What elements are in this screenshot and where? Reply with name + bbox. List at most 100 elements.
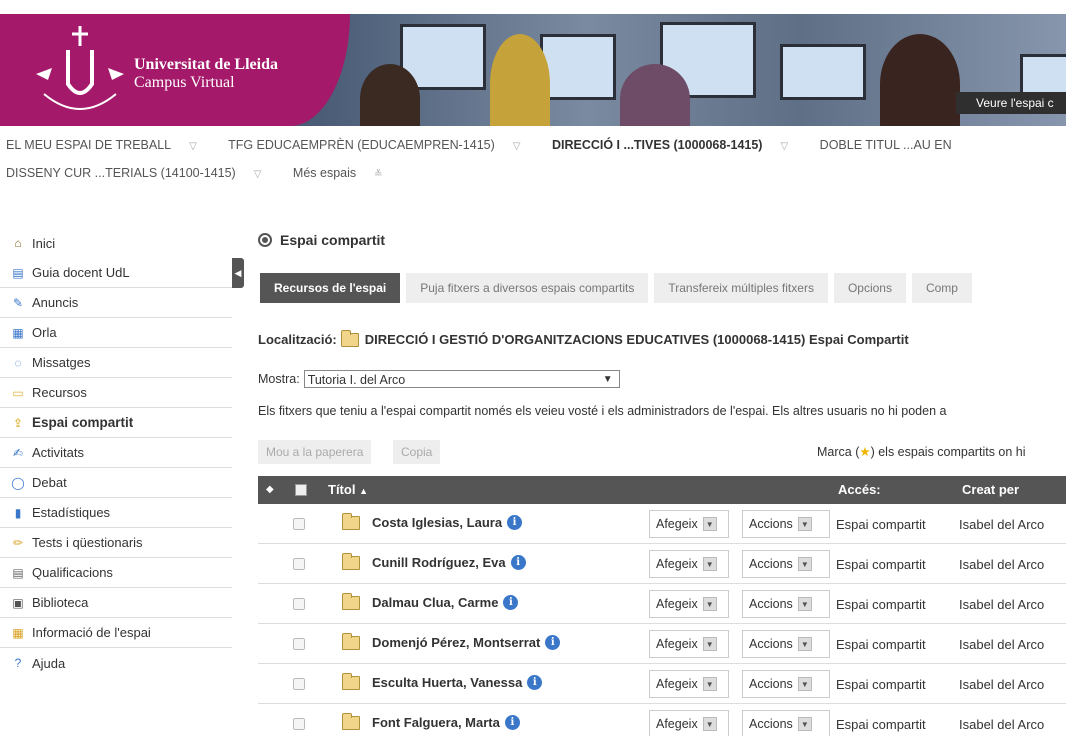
info-icon[interactable]: i (504, 715, 520, 730)
row-checkbox[interactable] (293, 518, 305, 530)
message-icon: ◌ (14, 355, 22, 370)
created-by-cell: Isabel del Arco (959, 677, 1045, 692)
folder-icon (342, 633, 360, 650)
add-dropdown[interactable]: Afegeix ▼ (649, 670, 729, 698)
info-icon[interactable]: i (507, 515, 523, 530)
actions-dropdown[interactable]: Accions ▼ (742, 630, 830, 658)
sidebar-item-biblioteca[interactable]: ▣ Biblioteca (0, 588, 232, 618)
sidebar-item-label: Ajuda (32, 655, 66, 671)
tab-opcions[interactable]: Opcions (833, 273, 906, 303)
row-checkbox[interactable] (293, 718, 305, 730)
show-select[interactable]: Tutoria I. del Arco ▼ (303, 370, 620, 388)
info-icon[interactable]: i (503, 595, 519, 610)
info-icon[interactable]: i (510, 555, 526, 570)
actions-dropdown[interactable]: Accions ▼ (742, 510, 830, 538)
collapse-sidebar-button[interactable]: ◀ (232, 258, 244, 288)
sidebar-item-ajuda[interactable]: ? Ajuda (0, 648, 232, 678)
actions-label: Accions (749, 597, 793, 611)
sidebar-item-label: Qualificacions (32, 565, 113, 580)
sidebar-item-qualificacions[interactable]: ▤ Qualificacions (0, 558, 232, 588)
activity-icon: ✍ (12, 445, 24, 460)
folder-name-link[interactable]: Cunill Rodríguez, Eva i (372, 555, 526, 570)
row-checkbox[interactable] (293, 638, 305, 650)
add-dropdown[interactable]: Afegeix ▼ (649, 510, 729, 538)
actions-dropdown[interactable]: Accions ▼ (742, 590, 830, 618)
sidebar-item-estadistiques[interactable]: ▮ Estadístiques (0, 498, 232, 528)
library-icon: ▣ (12, 595, 24, 610)
nav-item-direccio[interactable]: DIRECCIÓ I ...TIVES (1000068-1415) ▽ (552, 138, 802, 152)
info-icon[interactable]: i (545, 635, 561, 650)
mark-text-pre: Marca ( (817, 445, 860, 459)
nav-item-tfg[interactable]: TFG EDUCAEMPRÈN (EDUCAEMPREN-1415) ▽ (228, 138, 534, 152)
debate-icon: ◯ (11, 475, 25, 490)
select-all-checkbox[interactable] (295, 484, 307, 496)
dropdown-arrow-icon: ▼ (797, 517, 812, 531)
nav-item-disseny[interactable]: DISSENY CUR ...TERIALS (14100-1415) ▽ (6, 166, 275, 180)
dropdown-arrow-icon: ▼ (797, 677, 812, 691)
sidebar-item-guia-docent[interactable]: ▤ Guia docent UdL (0, 258, 232, 288)
sidebar-item-espai-compartit[interactable]: ⇪ Espai compartit (0, 408, 232, 438)
sidebar-item-label: Missatges (32, 355, 91, 370)
add-dropdown[interactable]: Afegeix ▼ (649, 710, 729, 736)
nav-label: DISSENY CUR ...TERIALS (14100-1415) (6, 166, 236, 180)
sidebar-item-anuncis[interactable]: ✎ Anuncis (0, 288, 232, 318)
folder-name-link[interactable]: Font Falguera, Marta i (372, 715, 520, 730)
access-cell: Espai compartit (836, 557, 926, 572)
nav-item-mes-espais[interactable]: Més espais ≚ (293, 166, 397, 180)
nav-item-doble-titul[interactable]: DOBLE TITUL ...AU EN (820, 138, 966, 152)
actions-dropdown[interactable]: Accions ▼ (742, 550, 830, 578)
sidebar-item-recursos[interactable]: ▭ Recursos (0, 378, 232, 408)
row-checkbox[interactable] (293, 558, 305, 570)
sidebar-item-debat[interactable]: ◯ Debat (0, 468, 232, 498)
view-space-button[interactable]: Veure l'espai c (956, 92, 1066, 114)
sidebar-item-tests[interactable]: ✏ Tests i qüestionaris (0, 528, 232, 558)
sidebar-item-label: Estadístiques (32, 505, 111, 520)
dropdown-arrow-icon: ▼ (797, 717, 812, 731)
row-checkbox[interactable] (293, 678, 305, 690)
info-icon[interactable]: i (527, 675, 543, 690)
table-row: Dalmau Clua, Carme i Afegeix ▼ Accions ▼ Es… (258, 584, 1066, 624)
tab-puja-fitxers[interactable]: Puja fitxers a diversos espais compartit… (406, 273, 649, 303)
university-name: Universitat de Lleida (134, 56, 278, 73)
tab-transfereix[interactable]: Transfereix múltiples fitxers (654, 273, 828, 303)
nav-label: TFG EDUCAEMPRÈN (EDUCAEMPREN-1415) (228, 138, 495, 152)
created-by-cell: Isabel del Arco (959, 517, 1045, 532)
actions-dropdown[interactable]: Accions ▼ (742, 710, 830, 736)
folder-name-link[interactable]: Costa Iglesias, Laura i (372, 515, 523, 530)
sidebar-item-inici[interactable]: ⌂ Inici (0, 228, 232, 258)
folder-name-link[interactable]: Dalmau Clua, Carme i (372, 595, 519, 610)
sidebar-item-activitats[interactable]: ✍ Activitats (0, 438, 232, 468)
table-row: Font Falguera, Marta i Afegeix ▼ Accions ▼ … (258, 704, 1066, 736)
sidebar-item-informacio[interactable]: ▦ Informació de l'espai (0, 618, 232, 648)
copy-button[interactable]: Copia (393, 440, 441, 464)
folder-icon (342, 553, 360, 570)
add-dropdown[interactable]: Afegeix ▼ (649, 550, 729, 578)
col-title[interactable]: Títol ▲ (328, 476, 368, 505)
actions-label: Accions (749, 557, 793, 571)
campus-name: Campus Virtual (134, 74, 235, 91)
sidebar-item-orla[interactable]: ▦ Orla (0, 318, 232, 348)
sidebar-item-label: Biblioteca (32, 595, 89, 610)
add-dropdown[interactable]: Afegeix ▼ (649, 590, 729, 618)
tab-recursos-espai[interactable]: Recursos de l'espai (260, 273, 401, 303)
table-header: ◆ Títol ▲ Accés: Creat per (258, 476, 1066, 504)
location-value[interactable]: DIRECCIÓ I GESTIÓ D'ORGANITZACIONS EDUCA… (365, 332, 909, 347)
folder-name-link[interactable]: Domenjó Pérez, Montserrat i (372, 635, 561, 650)
actions-dropdown[interactable]: Accions ▼ (742, 670, 830, 698)
sort-icon[interactable]: ◆ (266, 476, 274, 504)
folder-name-link[interactable]: Esculta Huerta, Vanessa i (372, 675, 543, 690)
nav-item-workspace[interactable]: EL MEU ESPAI DE TREBALL ▽ (6, 138, 211, 152)
tab-comp[interactable]: Comp (911, 273, 972, 303)
logo-area[interactable]: Universitat de Lleida Campus Virtual (0, 14, 350, 126)
help-icon: ? (14, 656, 22, 670)
move-to-trash-button[interactable]: Mou a la paperera (258, 440, 372, 464)
access-cell: Espai compartit (836, 597, 926, 612)
sidebar-item-missatges[interactable]: ◌ Missatges (0, 348, 232, 378)
col-created-by[interactable]: Creat per (962, 476, 1019, 504)
access-cell: Espai compartit (836, 637, 926, 652)
chevron-left-icon: ◀ (234, 267, 242, 278)
space-nav-row-2: DISSENY CUR ...TERIALS (14100-1415) ▽ Més… (6, 166, 411, 180)
row-checkbox[interactable] (293, 598, 305, 610)
col-access[interactable]: Accés: (838, 476, 881, 504)
add-dropdown[interactable]: Afegeix ▼ (649, 630, 729, 658)
